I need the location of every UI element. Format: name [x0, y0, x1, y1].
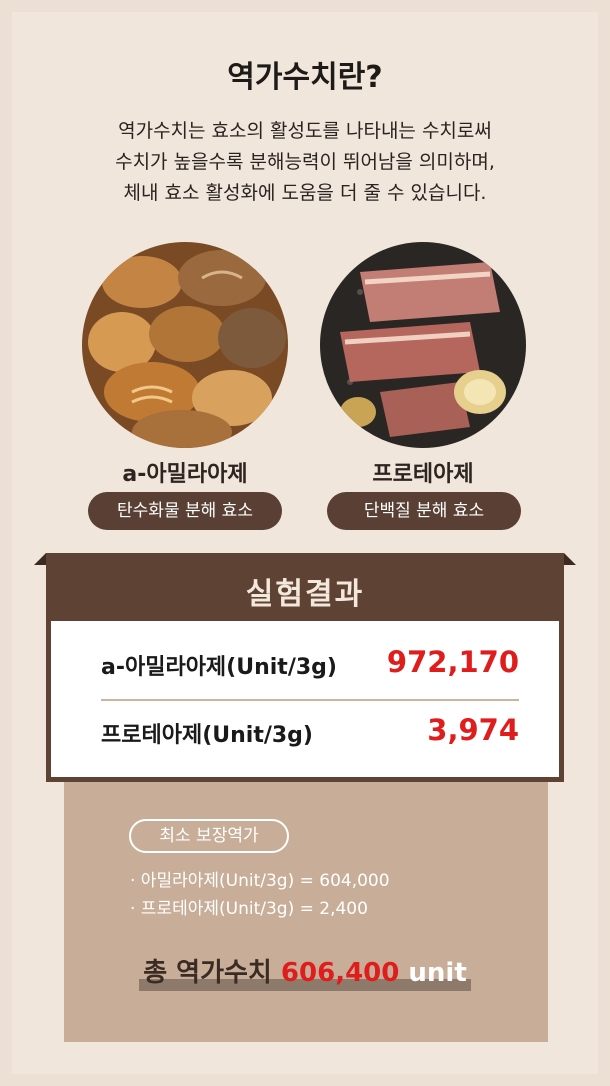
guarantee-item: · 프로테아제(Unit/3g) = 2,400 [130, 899, 368, 919]
total-titer: 총 역가수치 606,400 unit [0, 952, 610, 991]
intro-line: 수치가 높을수록 분해능력이 뛰어남을 의미하며, [115, 151, 495, 173]
enzyme-type-badge: 탄수화물 분해 효소 [88, 492, 282, 530]
bread-image [82, 242, 288, 448]
row-divider [101, 699, 519, 701]
total-value: 606,400 [280, 958, 400, 988]
result-label: a-아밀라아제(Unit/3g) [101, 655, 337, 680]
results-box: 실험결과 a-아밀라아제(Unit/3g) 972,170 프로테아제(Unit… [46, 553, 564, 782]
enzyme-type-badge: 단백질 분해 효소 [327, 492, 521, 530]
total-label: 총 역가수치 [143, 958, 272, 988]
total-highlight: 총 역가수치 606,400 unit [139, 952, 471, 991]
guarantee-item: · 아밀라아제(Unit/3g) = 604,000 [130, 871, 390, 891]
result-label: 프로테아제(Unit/3g) [101, 723, 313, 748]
result-value: 3,974 [427, 713, 519, 747]
total-unit: unit [408, 958, 467, 988]
results-table: a-아밀라아제(Unit/3g) 972,170 프로테아제(Unit/3g) … [51, 621, 559, 777]
result-row: a-아밀라아제(Unit/3g) 972,170 [101, 641, 519, 691]
guarantee-badge: 최소 보장역가 [129, 819, 289, 853]
enzyme-name-protease: 프로테아제 [372, 462, 474, 487]
results-title: 실험결과 [245, 577, 365, 612]
result-value: 972,170 [386, 645, 519, 679]
grilled-meat-image [320, 242, 526, 448]
intro-text: 역가수치는 효소의 활성도를 나타내는 수치로써 수치가 높을수록 분해능력이 … [40, 116, 570, 209]
page-title: 역가수치란? [219, 52, 392, 96]
intro-line: 체내 효소 활성화에 도움을 더 줄 수 있습니다. [123, 182, 487, 204]
enzyme-name-amylase: a-아밀라아제 [122, 462, 248, 487]
title-block: 역가수치란? [0, 52, 610, 96]
intro-line: 역가수치는 효소의 활성도를 나타내는 수치로써 [118, 120, 492, 142]
result-row: 프로테아제(Unit/3g) 3,974 [101, 709, 519, 759]
